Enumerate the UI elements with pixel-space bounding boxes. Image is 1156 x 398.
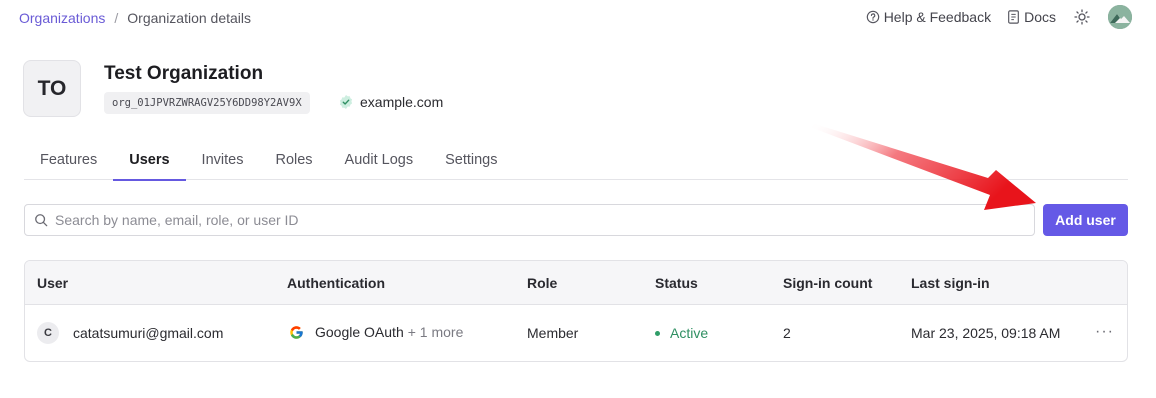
help-feedback-label: Help & Feedback: [883, 9, 992, 25]
help-feedback-link[interactable]: Help & Feedback: [866, 9, 991, 25]
column-header-user: User: [37, 275, 69, 291]
breadcrumb-current: Organization details: [127, 10, 252, 26]
tab-settings[interactable]: Settings: [429, 145, 513, 180]
search-icon: [35, 214, 48, 227]
user-email: catatsumuri@gmail.com: [73, 325, 224, 341]
theme-toggle-button[interactable]: [1074, 9, 1090, 25]
tab-invites[interactable]: Invites: [186, 145, 260, 180]
annotation-arrow: [810, 123, 1036, 210]
auth-method: Google OAuth: [315, 324, 404, 340]
add-user-button[interactable]: Add user: [1043, 204, 1128, 236]
organization-domain: example.com: [338, 94, 443, 110]
docs-label: Docs: [1024, 9, 1056, 25]
role-cell: Member: [527, 325, 579, 341]
last-sign-in-cell: Mar 23, 2025, 09:18 AM: [911, 325, 1061, 341]
google-icon: [290, 325, 303, 339]
column-header-role: Role: [527, 275, 558, 291]
status-dot: [655, 330, 660, 336]
sign-in-count-cell: 2: [783, 325, 791, 341]
help-circle-icon: [866, 10, 879, 24]
verified-check-icon: [339, 95, 353, 109]
tab-roles[interactable]: Roles: [259, 145, 328, 180]
breadcrumb-separator: /: [114, 10, 119, 26]
column-header-last-sign-in: Last sign-in: [911, 275, 990, 291]
docs-link[interactable]: Docs: [1007, 9, 1056, 25]
breadcrumb-organizations-link[interactable]: Organizations: [19, 10, 105, 26]
tab-features[interactable]: Features: [24, 145, 113, 180]
avatar: C: [37, 322, 59, 344]
tab-audit-logs[interactable]: Audit Logs: [329, 145, 430, 180]
table-header: User Authentication Role Status Sign-in …: [25, 261, 1127, 305]
organization-logo: TO: [23, 60, 81, 117]
users-table: User Authentication Role Status Sign-in …: [24, 260, 1128, 362]
docs-icon: [1008, 10, 1019, 24]
sun-icon: [1074, 9, 1090, 25]
top-actions: Help & Feedback Docs: [850, 5, 1132, 29]
authentication-cell: Google OAuth + 1 more: [289, 324, 463, 340]
organization-id-badge[interactable]: org_01JPVRZWRAGV25Y6DD98Y2AV9X: [104, 92, 310, 114]
avatar-image-icon: [1108, 5, 1132, 29]
user-avatar-top[interactable]: [1108, 5, 1132, 29]
domain-label: example.com: [360, 94, 444, 110]
table-row[interactable]: C catatsumuri@gmail.com Google OAuth + 1…: [25, 305, 1127, 361]
column-header-authentication: Authentication: [287, 275, 385, 291]
column-header-status: Status: [655, 275, 698, 291]
tab-users[interactable]: Users: [113, 145, 186, 181]
status-badge: Active: [670, 325, 709, 341]
user-cell: C catatsumuri@gmail.com: [37, 322, 223, 344]
organization-name: Test Organization: [104, 63, 264, 84]
column-header-sign-in-count: Sign-in count: [783, 275, 873, 291]
row-actions-menu-button[interactable]: ···: [1095, 323, 1114, 341]
status-cell: Active: [655, 325, 708, 341]
breadcrumb: Organizations / Organization details: [19, 9, 251, 27]
auth-more-count[interactable]: + 1 more: [408, 324, 464, 340]
